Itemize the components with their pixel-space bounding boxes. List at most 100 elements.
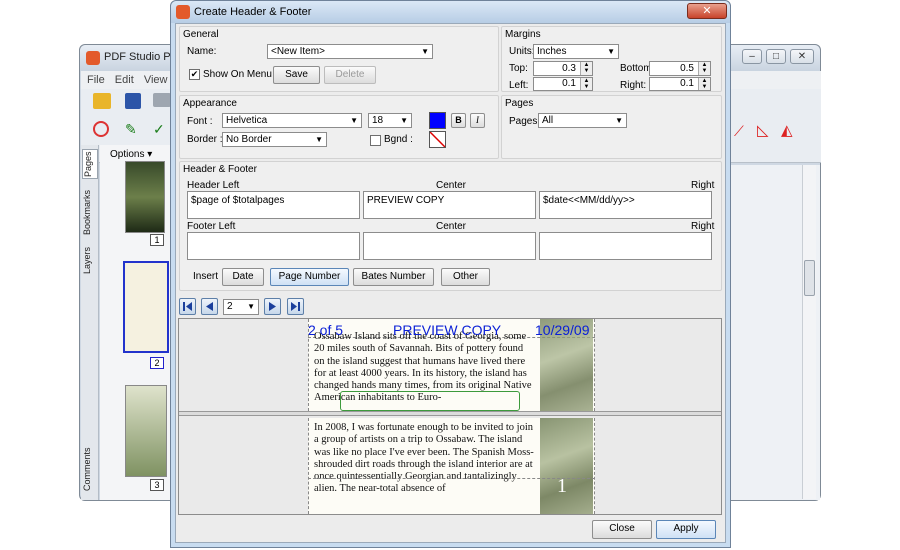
chevron-down-icon: ▼	[315, 135, 323, 144]
left-margin-stepper[interactable]: 0.1 ▲ ▼	[533, 77, 593, 91]
pages-group: Pages Pages : All ▼	[501, 95, 722, 159]
insert-bates-number-button[interactable]: Bates Number	[353, 268, 434, 286]
previous-page-icon	[206, 302, 213, 311]
footer-center-field[interactable]	[363, 232, 536, 260]
thumbnail-panel: Options ▾ 1 2 3	[100, 145, 176, 500]
menu-file[interactable]: File	[87, 74, 105, 86]
right-margin-stepper[interactable]: 0.1 ▲ ▼	[649, 77, 711, 91]
stepper-arrows-icon[interactable]: ▲ ▼	[580, 62, 592, 75]
general-group: General Name: <New Item> ▼ ✔ Show On Menu…	[179, 26, 499, 92]
appearance-title: Appearance	[183, 98, 237, 109]
close-button[interactable]: Close	[592, 520, 652, 539]
stepper-arrows-icon[interactable]: ▲ ▼	[580, 78, 592, 90]
chevron-down-icon: ▼	[615, 116, 623, 125]
next-page-icon	[269, 302, 276, 311]
insert-date-button[interactable]: Date	[222, 268, 264, 286]
footer-right-field[interactable]	[539, 232, 712, 260]
line-tool-icon[interactable]: ⟋	[734, 123, 744, 140]
units-dropdown[interactable]: Inches ▼	[533, 44, 619, 59]
units-label: Units:	[509, 46, 535, 57]
header-left-field[interactable]: $page of $totalpages	[187, 191, 360, 219]
header-right-label: Right	[691, 180, 715, 191]
last-page-icon	[291, 302, 300, 311]
footer-right-label: Right	[691, 221, 715, 232]
thumbnail-page-1[interactable]	[125, 161, 165, 233]
polygon-tool-icon[interactable]: ◭	[781, 121, 793, 139]
vertical-scrollbar[interactable]	[802, 165, 816, 499]
show-on-menu-checkbox[interactable]: ✔	[189, 69, 200, 80]
apply-button[interactable]: Apply	[656, 520, 716, 539]
scrollbar-thumb[interactable]	[804, 260, 815, 296]
first-page-button[interactable]	[179, 298, 196, 315]
last-page-button[interactable]	[287, 298, 304, 315]
page-photo	[540, 418, 593, 514]
header-footer-title: Header & Footer	[183, 164, 257, 175]
check-tool-icon[interactable]: ✓	[153, 121, 165, 137]
menu-edit[interactable]: Edit	[115, 74, 134, 86]
thumbnail-page-2[interactable]	[123, 261, 169, 353]
thumbnail-page-3[interactable]	[125, 385, 167, 477]
create-header-footer-dialog: Create Header & Footer ✕ General Name: <…	[170, 0, 731, 548]
pages-dropdown[interactable]: All ▼	[538, 113, 627, 128]
preview-page-bottom: In 2008, I was fortunate enough to be in…	[308, 418, 595, 514]
save-disk-icon[interactable]	[125, 93, 141, 109]
font-dropdown[interactable]: Helvetica ▼	[222, 113, 362, 128]
dialog-title: Create Header & Footer	[194, 6, 312, 18]
open-folder-icon[interactable]	[93, 93, 111, 109]
first-page-icon	[183, 302, 192, 311]
bgnd-checkbox[interactable]	[370, 135, 381, 146]
tab-bookmarks[interactable]: Bookmarks	[82, 187, 98, 237]
polyline-tool-icon[interactable]: ◺	[757, 121, 769, 139]
insert-other-button[interactable]: Other	[441, 268, 490, 286]
header-right-field[interactable]: $date<<MM/dd/yy>>	[539, 191, 712, 219]
pen-icon[interactable]: ✎	[125, 121, 141, 137]
stepper-arrows-icon[interactable]: ▲ ▼	[698, 62, 710, 75]
chevron-down-icon: ▼	[350, 116, 358, 125]
close-window-icon[interactable]: ✕	[790, 49, 814, 64]
maximize-icon[interactable]: □	[766, 49, 786, 64]
text-color-swatch[interactable]	[429, 112, 446, 129]
insert-page-number-button[interactable]: Page Number	[270, 268, 349, 286]
chevron-down-icon: ▼	[400, 116, 408, 125]
background-app-title: PDF Studio Pro	[104, 51, 181, 63]
next-page-button[interactable]	[264, 298, 281, 315]
preview-paragraph-2: In 2008, I was fortunate enough to be in…	[314, 422, 534, 495]
no-color-icon	[430, 132, 445, 147]
font-label: Font :	[187, 116, 213, 127]
menu-view[interactable]: View	[144, 74, 168, 86]
stepper-arrows-icon[interactable]: ▲ ▼	[698, 78, 710, 90]
margins-group: Margins Units: Inches ▼ Top: 0.3 ▲ ▼ Left: …	[501, 26, 722, 92]
tab-comments[interactable]: Comments	[82, 445, 98, 493]
name-dropdown[interactable]: <New Item> ▼	[267, 44, 433, 59]
chevron-down-icon: ▼	[247, 302, 255, 311]
border-dropdown[interactable]: No Border ▼	[222, 132, 327, 147]
dialog-title-bar: Create Header & Footer ✕	[171, 1, 730, 23]
bottom-margin-stepper[interactable]: 0.5 ▲ ▼	[649, 61, 711, 76]
margins-title: Margins	[505, 29, 541, 40]
insert-label: Insert	[193, 271, 219, 282]
italic-button[interactable]: I	[470, 113, 485, 128]
tab-layers[interactable]: Layers	[82, 245, 98, 275]
page-number-dropdown[interactable]: 2 ▼	[223, 299, 259, 315]
save-button[interactable]: Save	[273, 66, 320, 84]
bold-button[interactable]: B	[451, 113, 466, 128]
footer-left-label: Footer Left	[187, 221, 236, 232]
chevron-down-icon: ▼	[421, 47, 429, 56]
font-size-dropdown[interactable]: 18 ▼	[368, 113, 412, 128]
previous-page-button[interactable]	[201, 298, 218, 315]
print-icon[interactable]	[153, 93, 171, 107]
background-color-swatch[interactable]	[429, 131, 446, 148]
top-margin-stepper[interactable]: 0.3 ▲ ▼	[533, 61, 593, 76]
tab-pages[interactable]: Pages	[82, 149, 98, 179]
options-menu[interactable]: Options ▾	[110, 149, 152, 160]
annotation-rectangle	[340, 391, 520, 411]
close-icon[interactable]: ✕	[687, 3, 727, 19]
bgnd-label: Bgnd :	[384, 134, 413, 145]
annotation-circle-icon[interactable]	[93, 121, 109, 137]
minimize-icon[interactable]: –	[742, 49, 762, 64]
footer-center-label: Center	[436, 221, 467, 232]
delete-button[interactable]: Delete	[324, 66, 376, 84]
footer-left-field[interactable]	[187, 232, 360, 260]
app-logo-icon	[176, 5, 190, 19]
header-center-field[interactable]: PREVIEW COPY	[363, 191, 536, 219]
